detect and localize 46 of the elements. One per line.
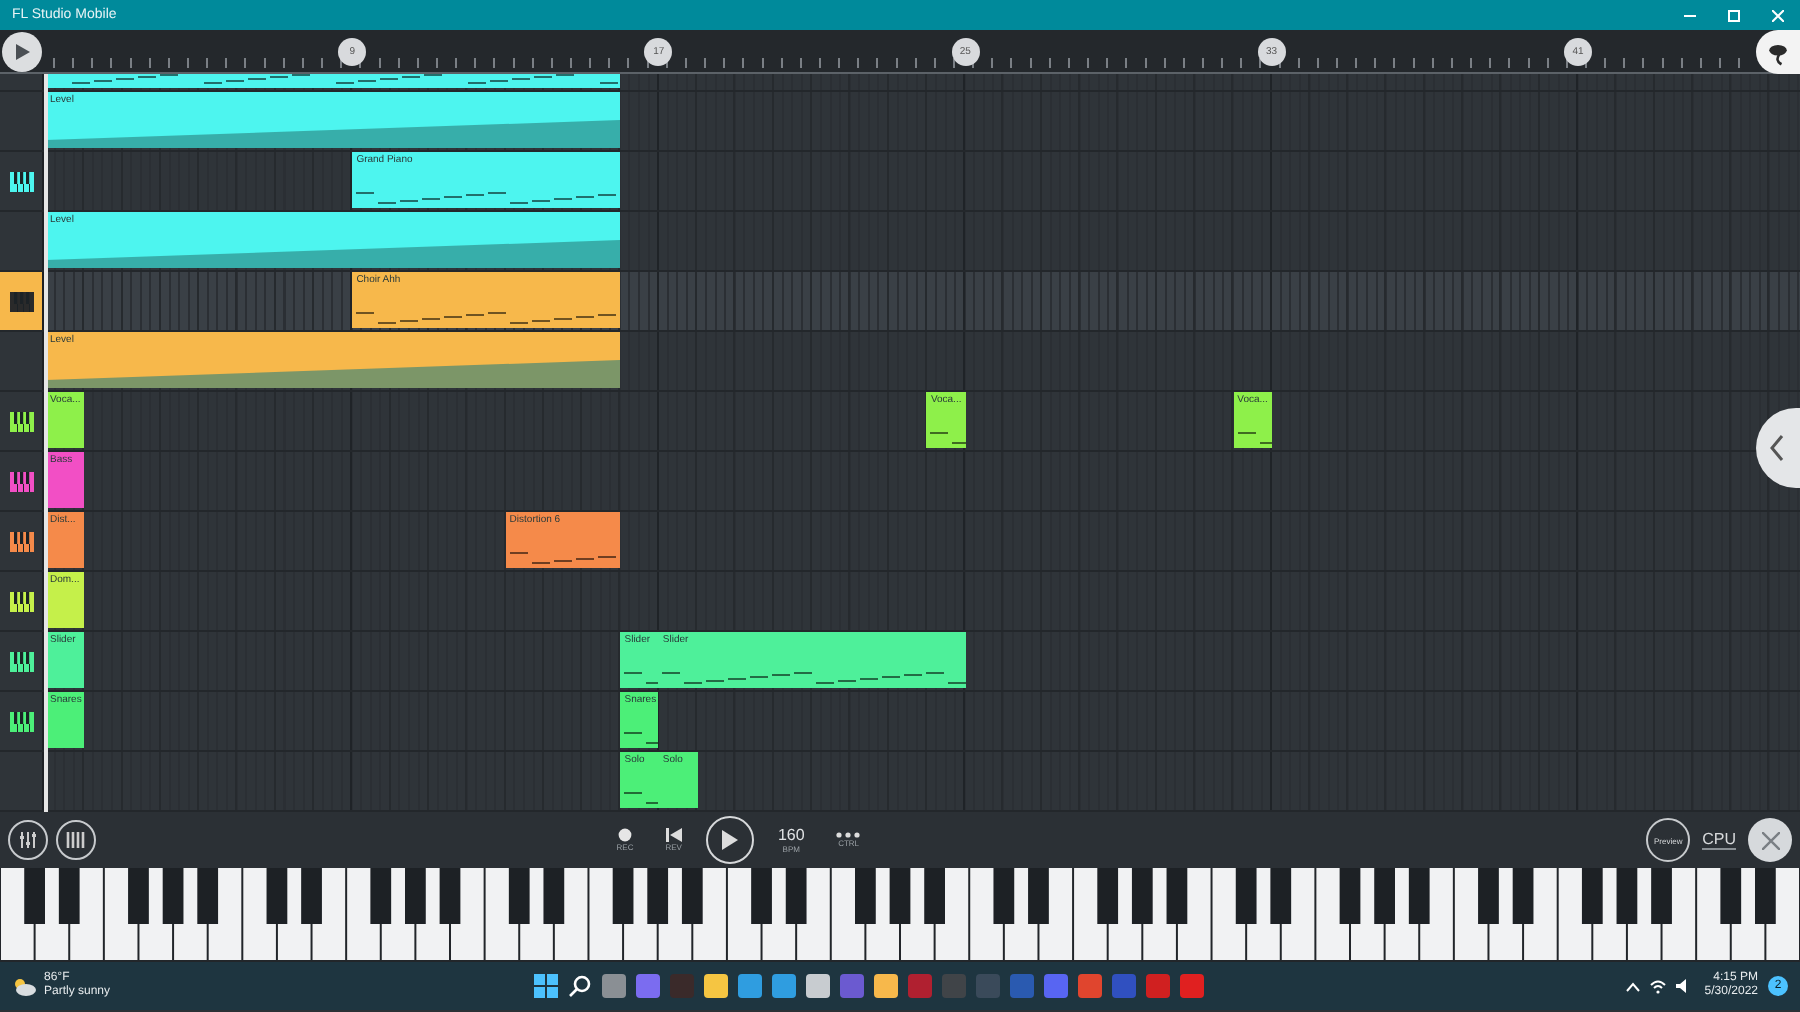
skip-back-icon bbox=[665, 828, 682, 842]
piano-icon[interactable] bbox=[9, 471, 33, 491]
piano-icon[interactable] bbox=[9, 711, 33, 731]
chevron-left-icon bbox=[1770, 434, 1786, 462]
wifi-icon[interactable] bbox=[1650, 978, 1667, 994]
notes-drawing bbox=[509, 552, 616, 564]
piano-icon[interactable] bbox=[9, 291, 33, 311]
app-icon[interactable] bbox=[703, 974, 728, 998]
chevron-up-icon[interactable] bbox=[1626, 981, 1641, 991]
piano-button[interactable] bbox=[56, 820, 96, 860]
notes-drawing bbox=[1237, 432, 1272, 444]
fruit-logo-icon[interactable] bbox=[1756, 29, 1800, 73]
record-icon bbox=[617, 828, 632, 842]
piano-icon bbox=[66, 832, 86, 848]
minimize-icon bbox=[1684, 9, 1696, 21]
start-icon[interactable] bbox=[533, 974, 558, 998]
close-icon bbox=[1761, 831, 1779, 849]
app-icon[interactable] bbox=[805, 974, 830, 998]
notes-drawing bbox=[624, 732, 659, 744]
piano-icon[interactable] bbox=[9, 531, 33, 551]
more-icon bbox=[836, 832, 861, 838]
play-icon bbox=[720, 830, 739, 850]
app-icon[interactable] bbox=[601, 974, 626, 998]
play-button[interactable] bbox=[2, 31, 42, 71]
cloud-sun-icon[interactable] bbox=[12, 977, 36, 995]
play-button[interactable] bbox=[705, 816, 754, 864]
notes-drawing bbox=[624, 672, 659, 684]
maximize-icon bbox=[1728, 9, 1740, 21]
app-icon[interactable] bbox=[771, 974, 796, 998]
notes-drawing bbox=[930, 432, 966, 444]
app-icon[interactable] bbox=[737, 974, 762, 998]
app-icon[interactable] bbox=[873, 974, 898, 998]
notes-drawing bbox=[624, 792, 659, 804]
close-button[interactable] bbox=[1748, 818, 1792, 862]
piano-keyboard-drawing[interactable] bbox=[0, 868, 1800, 962]
piano-icon[interactable] bbox=[9, 651, 33, 671]
sliders-icon bbox=[18, 830, 38, 850]
play-icon bbox=[12, 41, 32, 61]
piano-icon[interactable] bbox=[9, 171, 33, 191]
piano-icon[interactable] bbox=[9, 411, 33, 431]
piano-icon[interactable] bbox=[9, 591, 33, 611]
cpu-meter[interactable]: CPU bbox=[1702, 830, 1736, 850]
search-icon[interactable] bbox=[567, 974, 592, 998]
mixer-button[interactable] bbox=[8, 820, 48, 860]
app-icon[interactable] bbox=[635, 974, 660, 998]
close-icon bbox=[1772, 9, 1784, 21]
